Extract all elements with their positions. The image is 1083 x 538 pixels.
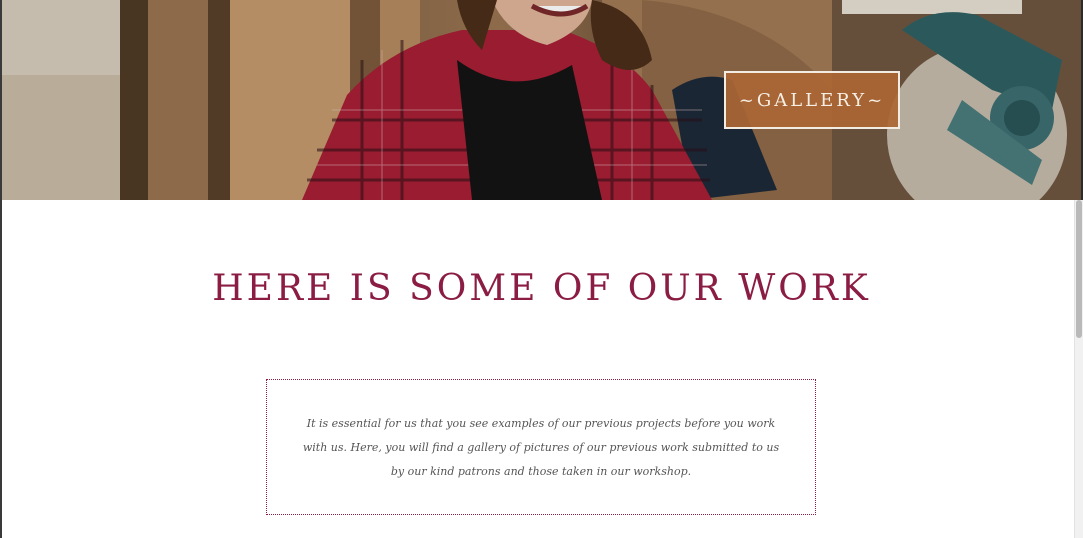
- gallery-badge-label: ~GALLERY~: [738, 89, 886, 111]
- scrollbar-thumb[interactable]: [1076, 200, 1082, 338]
- hero-image: [2, 0, 1081, 200]
- intro-text: It is essential for us that you see exam…: [302, 417, 780, 478]
- gallery-badge: ~GALLERY~: [724, 71, 900, 129]
- hero-overlay: [2, 0, 1081, 200]
- intro-box: It is essential for us that you see exam…: [266, 379, 816, 515]
- page-title: HERE IS SOME OF OUR WORK: [212, 268, 871, 309]
- hero-photo-illustration: [2, 0, 1081, 200]
- page: ~GALLERY~ HERE IS SOME OF OUR WORK It is…: [0, 0, 1083, 538]
